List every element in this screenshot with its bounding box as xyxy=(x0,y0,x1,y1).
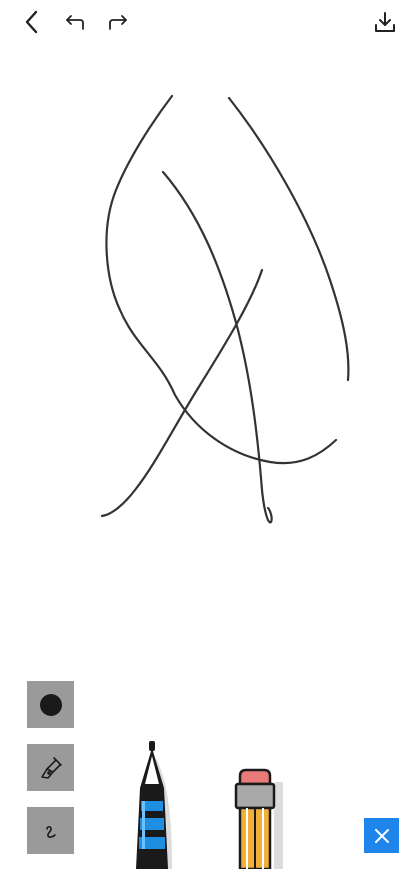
chevron-left-icon xyxy=(25,10,38,34)
stroke-style-button[interactable] xyxy=(27,807,74,854)
marker-pen-icon[interactable] xyxy=(128,738,178,869)
stroke-2 xyxy=(227,96,350,382)
pen-tool-button[interactable] xyxy=(27,744,74,791)
download-button[interactable] xyxy=(370,8,400,36)
back-button[interactable] xyxy=(18,8,46,36)
drawing-canvas[interactable] xyxy=(0,0,416,869)
redo-arrow-icon xyxy=(109,15,127,30)
redo-button[interactable] xyxy=(105,10,131,34)
close-button[interactable] xyxy=(364,818,399,853)
stroke-1 xyxy=(105,94,338,465)
pencil-icon[interactable] xyxy=(232,768,286,869)
squiggle-icon xyxy=(45,825,56,838)
download-icon xyxy=(375,12,395,32)
stroke-4 xyxy=(100,268,264,518)
circle-dot-icon xyxy=(39,693,62,716)
undo-arrow-icon xyxy=(66,15,84,30)
stroke-3 xyxy=(161,170,273,524)
undo-button[interactable] xyxy=(62,10,88,34)
close-icon xyxy=(374,828,389,843)
fountain-pen-icon xyxy=(40,756,62,779)
brush-size-button[interactable] xyxy=(27,681,74,728)
drawing-app xyxy=(0,0,416,869)
